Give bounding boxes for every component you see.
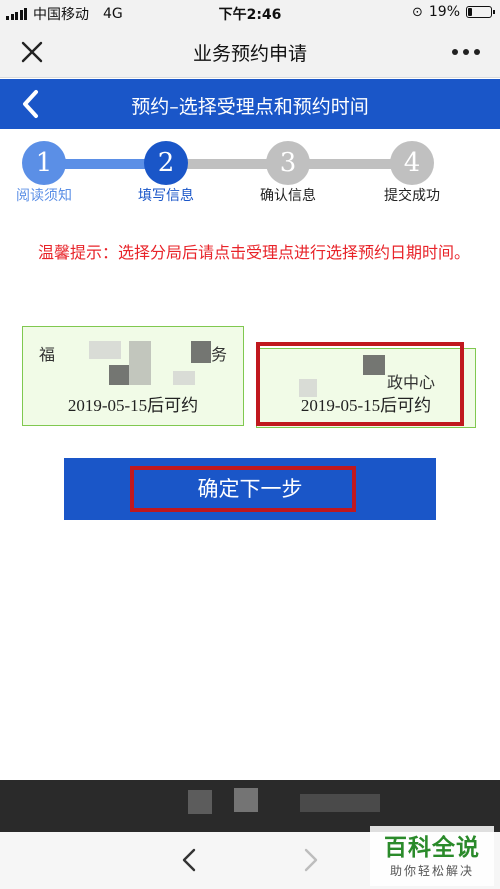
title-bar: 业务预约申请 xyxy=(0,26,500,78)
confirm-next-button[interactable]: 确定下一步 xyxy=(64,458,436,520)
step-2-label: 填写信息 xyxy=(138,188,194,204)
redaction xyxy=(89,341,121,359)
location-date: 2019-05-15后可约 xyxy=(67,396,199,415)
status-right: ⊙ 19% xyxy=(411,4,495,20)
step-4-label: 提交成功 xyxy=(384,188,440,204)
more-icon xyxy=(452,49,458,55)
battery-percent: 19% xyxy=(428,4,460,20)
nav-forward-button[interactable] xyxy=(296,846,324,874)
redaction xyxy=(173,371,195,385)
section-header: 预约–选择受理点和预约时间 xyxy=(0,79,500,129)
status-bar: 中国移动 4G 下午2:46 ⊙ 19% xyxy=(0,0,500,26)
step-4-circle[interactable]: 4 xyxy=(390,141,434,185)
step-2-circle[interactable]: 2 xyxy=(144,141,188,185)
step-3-label: 确认信息 xyxy=(260,188,316,204)
more-button[interactable] xyxy=(446,34,486,70)
warm-tip: 温馨提示：选择分局后请点击受理点进行选择预约日期时间。 xyxy=(38,243,471,262)
progress-steps: 1 2 3 4 阅读须知 填写信息 确认信息 提交成功 xyxy=(0,137,500,207)
section-title: 预约–选择受理点和预约时间 xyxy=(131,96,369,118)
redaction xyxy=(234,788,258,812)
location-card-2[interactable]: 政中心 2019-05-15后可约 xyxy=(256,348,476,428)
watermark-subtitle: 助你轻松解决 xyxy=(389,864,474,878)
nav-back-button[interactable] xyxy=(176,846,204,874)
step-3-circle[interactable]: 3 xyxy=(266,141,310,185)
watermark: 百科全说 助你轻松解决 xyxy=(370,826,494,886)
orientation-lock-icon: ⊙ xyxy=(411,4,423,20)
redaction xyxy=(363,355,385,375)
location-date: 2019-05-15后可约 xyxy=(300,396,432,415)
step-1-circle[interactable]: 1 xyxy=(22,141,66,185)
location-name-end: 务 xyxy=(211,345,228,364)
redaction xyxy=(191,341,211,363)
battery-fill xyxy=(468,8,472,16)
location-name-end: 政中心 xyxy=(387,373,436,392)
step-1-label: 阅读须知 xyxy=(16,188,72,204)
page-title: 业务预约申请 xyxy=(192,43,307,65)
redaction xyxy=(300,794,380,812)
chevron-left-icon xyxy=(182,848,196,872)
redaction xyxy=(129,341,151,385)
battery-icon xyxy=(466,6,495,18)
watermark-title: 百科全说 xyxy=(384,835,480,861)
bottom-strip xyxy=(0,780,500,832)
redaction xyxy=(109,365,129,385)
location-card-1[interactable]: 福 务 2019-05-15后可约 xyxy=(22,326,244,426)
chevron-right-icon xyxy=(304,848,318,872)
location-name-start: 福 xyxy=(39,345,56,364)
redaction xyxy=(188,790,212,814)
